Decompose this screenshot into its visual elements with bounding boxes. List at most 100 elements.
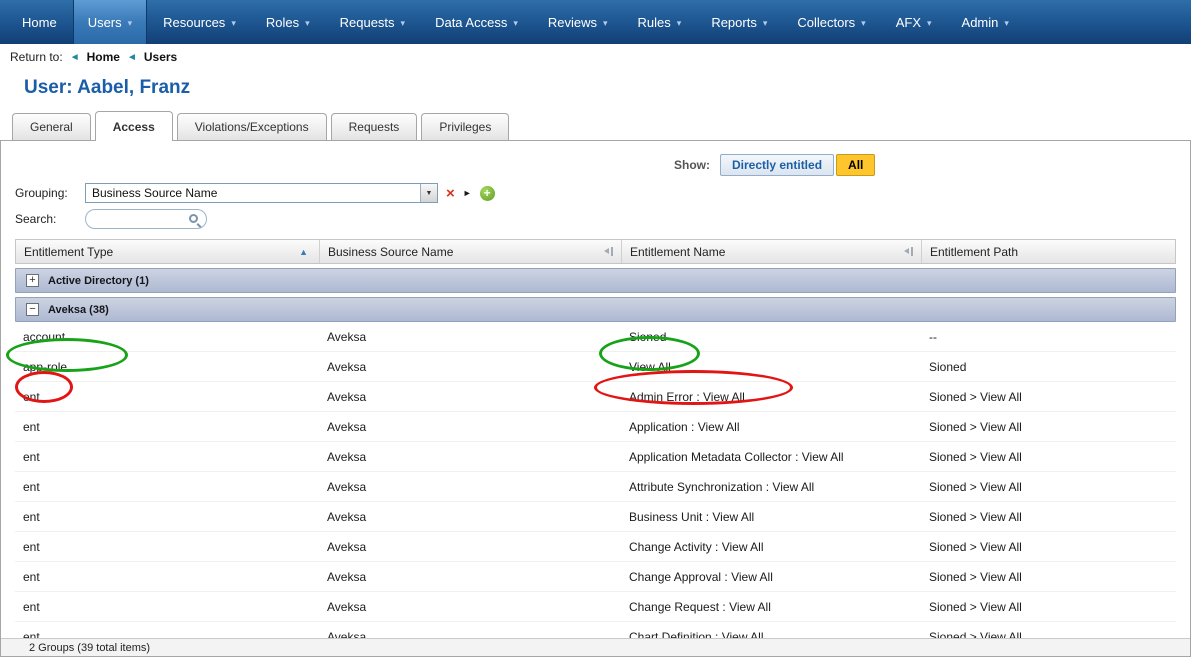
grouping-tools: × ► +	[446, 186, 495, 201]
column-header-entitlement-name[interactable]: Entitlement Name	[622, 240, 922, 263]
search-label: Search:	[15, 212, 77, 226]
column-header-label: Entitlement Type	[24, 245, 113, 259]
breadcrumb-link-users[interactable]: Users	[144, 50, 177, 64]
grouping-dropdown-button[interactable]: ▼	[420, 184, 437, 202]
table-row[interactable]: entAveksaAdmin Error : View AllSioned > …	[15, 382, 1176, 412]
footer-summary: 2 Groups (39 total items)	[29, 642, 150, 654]
column-header-entitlement-type[interactable]: Entitlement Type▲	[16, 240, 320, 263]
nav-item-admin[interactable]: Admin ▾	[948, 0, 1023, 44]
table-cell: Application Metadata Collector : View Al…	[621, 450, 921, 464]
nav-item-collectors[interactable]: Collectors▾	[783, 0, 879, 44]
show-label: Show:	[674, 158, 710, 172]
nav-item-users[interactable]: Users▾	[73, 0, 147, 44]
table-row[interactable]: entAveksaApplication : View AllSioned > …	[15, 412, 1176, 442]
nav-item-data-access[interactable]: Data Access▾	[421, 0, 532, 44]
grouping-select[interactable]: Business Source Name ▼	[85, 183, 438, 203]
chevron-down-icon: ▾	[401, 18, 406, 29]
table-cell: Aveksa	[319, 360, 621, 374]
show-options: Directly entitledAll	[720, 154, 875, 176]
table-cell: account	[15, 330, 319, 344]
tab-bar: GeneralAccessViolations/ExceptionsReques…	[0, 111, 1191, 140]
table-cell: Change Activity : View All	[621, 540, 921, 554]
chevron-down-icon: ▾	[1004, 18, 1009, 29]
table-cell: Sioned > View All	[921, 570, 1176, 584]
chevron-down-icon: ▾	[128, 18, 133, 29]
chevron-down-icon: ▾	[763, 18, 768, 29]
table-footer: 2 Groups (39 total items)	[1, 638, 1190, 656]
table-cell: Sioned	[921, 360, 1176, 374]
table-row[interactable]: entAveksaAttribute Synchronization : Vie…	[15, 472, 1176, 502]
breadcrumb: Return to: ◄Home◄Users	[0, 44, 1191, 69]
tab-violations-exceptions[interactable]: Violations/Exceptions	[177, 113, 327, 140]
nav-item-label: Rules	[638, 15, 671, 30]
table-cell: Aveksa	[319, 420, 621, 434]
column-header-entitlement-path[interactable]: Entitlement Path	[922, 240, 1175, 263]
table-cell: ent	[15, 450, 319, 464]
collapse-icon[interactable]: −	[26, 303, 39, 316]
table-row[interactable]: app-roleAveksaView AllSioned	[15, 352, 1176, 382]
table-row[interactable]: accountAveksaSioned--	[15, 322, 1176, 352]
nav-item-label: AFX	[896, 15, 921, 30]
table-cell: Business Unit : View All	[621, 510, 921, 524]
table-cell: Admin Error : View All	[621, 390, 921, 404]
nav-item-home[interactable]: Home	[8, 0, 71, 44]
table-cell: Application : View All	[621, 420, 921, 434]
column-header-label: Entitlement Path	[930, 245, 1018, 259]
nav-item-label: Admin	[962, 15, 999, 30]
group-row-aveksa-38[interactable]: −Aveksa (38)	[15, 297, 1176, 322]
table-cell: Aveksa	[319, 390, 621, 404]
table-cell: Sioned > View All	[921, 480, 1176, 494]
tab-access[interactable]: Access	[95, 111, 173, 141]
table-cell: View All	[621, 360, 921, 374]
column-header-business-source-name[interactable]: Business Source Name	[320, 240, 622, 263]
add-grouping-icon[interactable]: +	[480, 186, 495, 201]
nav-item-reviews[interactable]: Reviews▾	[534, 0, 622, 44]
search-icon[interactable]	[189, 214, 198, 223]
nav-item-requests[interactable]: Requests▾	[326, 0, 419, 44]
table-cell: ent	[15, 390, 319, 404]
top-nav: HomeUsers▾Resources▾Roles▾Requests▾Data …	[0, 0, 1191, 44]
apply-grouping-icon[interactable]: ►	[463, 188, 472, 198]
chevron-down-icon: ▾	[305, 18, 310, 29]
grouping-label: Grouping:	[15, 186, 77, 200]
return-to-label: Return to:	[10, 50, 63, 64]
grouping-selected-value: Business Source Name	[86, 186, 420, 200]
column-menu-icon[interactable]	[603, 246, 613, 257]
tab-privileges[interactable]: Privileges	[421, 113, 509, 140]
table-cell: Sioned > View All	[921, 390, 1176, 404]
breadcrumb-link-home[interactable]: Home	[87, 50, 120, 64]
tab-general[interactable]: General	[12, 113, 91, 140]
nav-item-roles[interactable]: Roles▾	[252, 0, 324, 44]
table-cell: Change Request : View All	[621, 600, 921, 614]
column-header-label: Business Source Name	[328, 245, 453, 259]
table-row[interactable]: entAveksaChange Approval : View AllSione…	[15, 562, 1176, 592]
table-cell: Aveksa	[319, 330, 621, 344]
table-cell: ent	[15, 540, 319, 554]
group-row-active-directory-1[interactable]: +Active Directory (1)	[15, 268, 1176, 293]
nav-item-reports[interactable]: Reports ▾	[697, 0, 781, 44]
breadcrumb-links: ◄Home◄Users	[70, 50, 178, 64]
expand-icon[interactable]: +	[26, 274, 39, 287]
show-row: Show: Directly entitledAll	[674, 154, 875, 176]
nav-item-label: Data Access	[435, 15, 507, 30]
column-menu-icon[interactable]	[903, 246, 913, 257]
table-cell: Sioned	[621, 330, 921, 344]
column-header-label: Entitlement Name	[630, 245, 725, 259]
chevron-down-icon: ▼	[426, 190, 433, 197]
table-row[interactable]: entAveksaApplication Metadata Collector …	[15, 442, 1176, 472]
nav-item-afx[interactable]: AFX ▾	[882, 0, 946, 44]
nav-item-rules[interactable]: Rules▾	[624, 0, 696, 44]
nav-item-label: Reports	[711, 15, 757, 30]
nav-item-resources[interactable]: Resources▾	[149, 0, 250, 44]
show-option-all[interactable]: All	[836, 154, 875, 176]
remove-grouping-icon[interactable]: ×	[446, 186, 455, 201]
table-cell: --	[921, 330, 1176, 344]
table-row[interactable]: entAveksaChange Request : View AllSioned…	[15, 592, 1176, 622]
table-row[interactable]: entAveksaChange Activity : View AllSione…	[15, 532, 1176, 562]
show-option-directly-entitled[interactable]: Directly entitled	[720, 154, 834, 176]
table-row[interactable]: entAveksaBusiness Unit : View AllSioned …	[15, 502, 1176, 532]
breadcrumb-arrow-icon: ◄	[70, 52, 80, 63]
chevron-down-icon: ▾	[861, 18, 866, 29]
chevron-down-icon: ▾	[927, 18, 932, 29]
tab-requests[interactable]: Requests	[331, 113, 418, 140]
